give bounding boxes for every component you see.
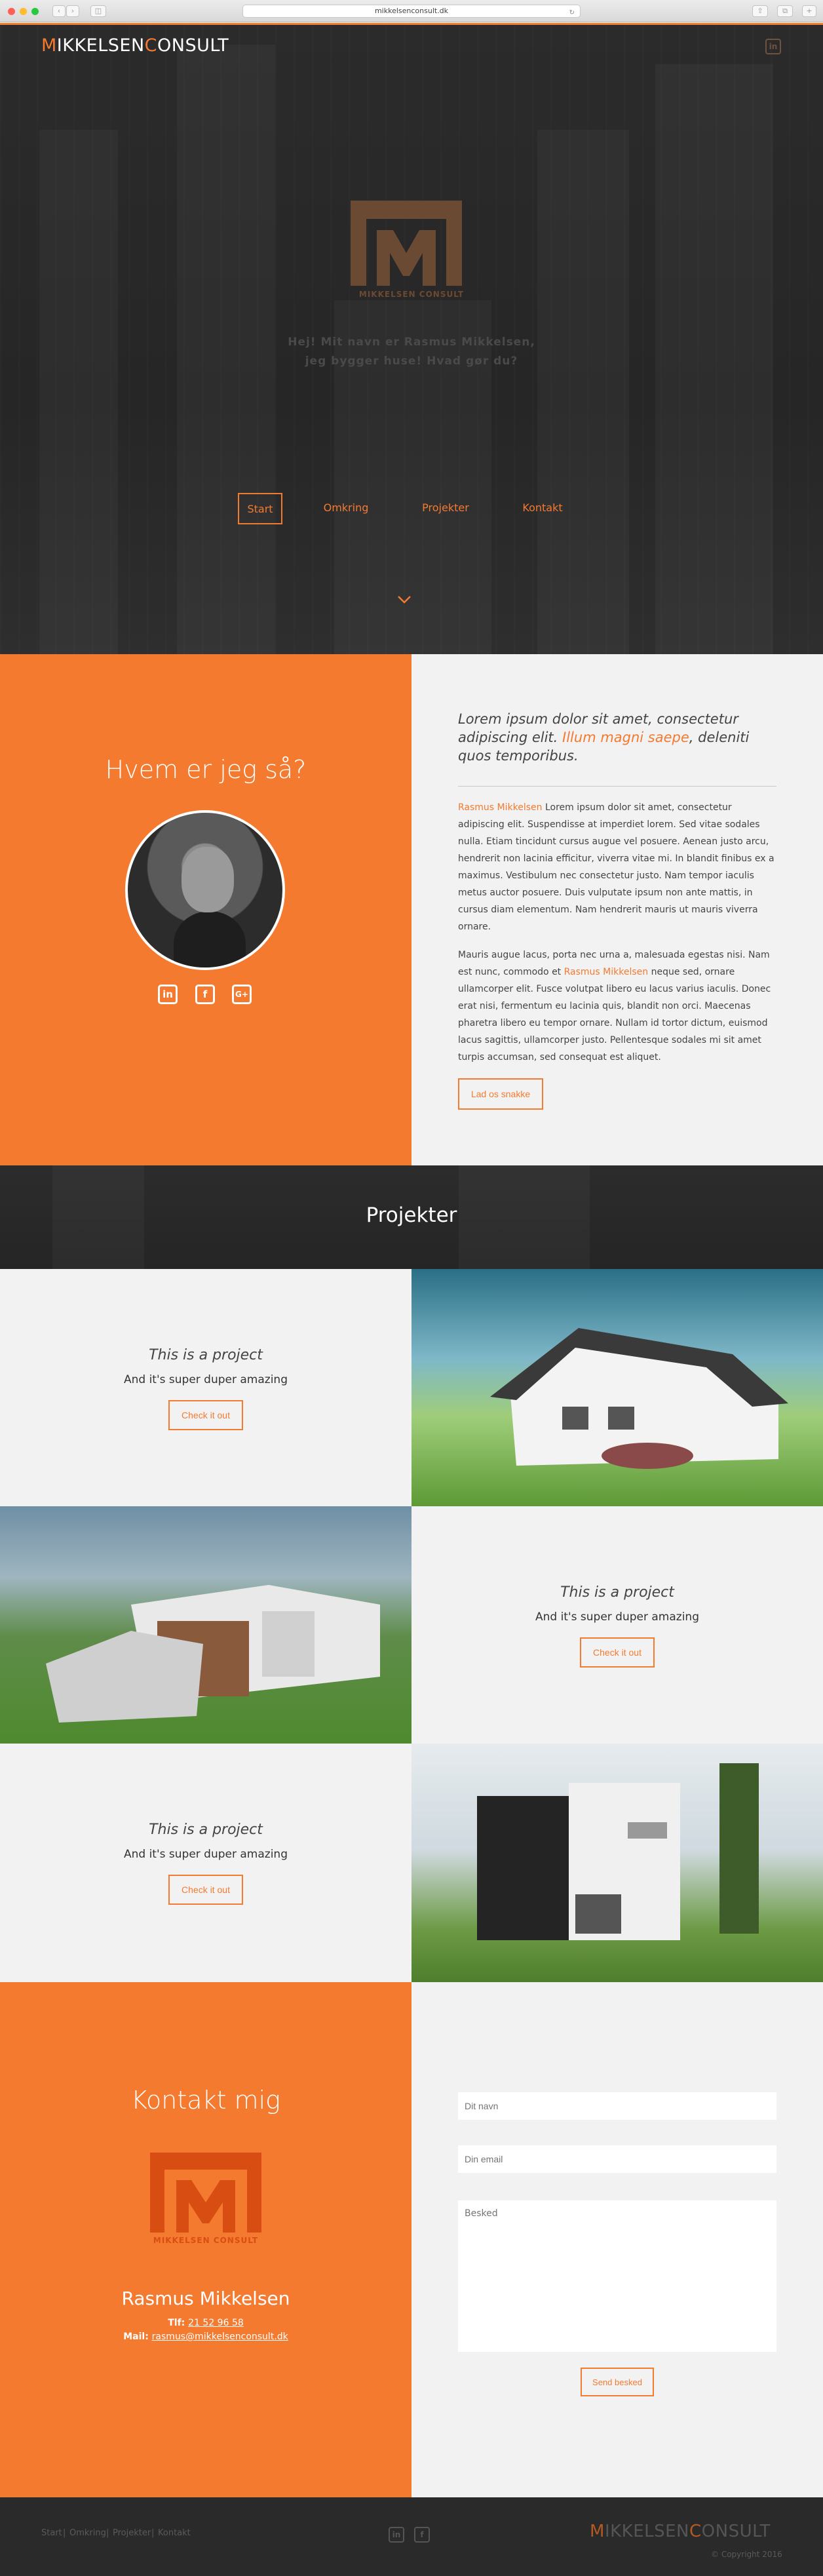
nav-omkring[interactable]: Omkring (320, 493, 372, 524)
name-highlight: Rasmus Mikkelsen (564, 967, 649, 977)
photo-face (182, 847, 234, 912)
paragraph-1-text: Lorem ipsum dolor sit amet, consectetur … (458, 802, 775, 932)
share-icon[interactable]: ⇧ (752, 5, 768, 17)
contact-mail: Mail: rasmus@mikkelsenconsult.dk (0, 2332, 412, 2342)
about-divider (458, 786, 776, 787)
contact-logo-text: MIKKELSEN CONSULT (153, 2236, 259, 2245)
hero-logo-icon (351, 201, 462, 286)
building-silhouette (39, 130, 118, 654)
contact-logo-icon (150, 2153, 261, 2233)
house-illustration (490, 1328, 788, 1469)
project-1-title: This is a project (149, 1347, 263, 1363)
footer-link-projekter[interactable]: Projekter (113, 2528, 151, 2538)
name-highlight: Rasmus Mikkelsen (458, 802, 543, 813)
tabs-icon[interactable]: ⧉ (777, 5, 793, 17)
project-3-title: This is a project (149, 1822, 263, 1838)
minimize-window-button[interactable] (20, 8, 27, 15)
send-message-button[interactable]: Send besked (581, 2368, 654, 2396)
paragraph-2-text-b: neque sed, ornare ullamcorper elit. Fusc… (458, 967, 771, 1063)
contact-phone: Tlf: 21 52 96 58 (0, 2318, 412, 2328)
linkedin-icon[interactable]: in (389, 2527, 404, 2543)
name-input[interactable] (458, 2092, 776, 2120)
reload-icon[interactable]: ↻ (569, 7, 575, 19)
phone-label: Tlf: (168, 2318, 189, 2328)
lead-highlight: Illum magni saepe (562, 730, 689, 745)
project-1-button[interactable]: Check it out (168, 1400, 243, 1430)
mail-link[interactable]: rasmus@mikkelsenconsult.dk (152, 2332, 288, 2342)
project-3-text-panel (0, 1744, 412, 1982)
logo-letter-m: M (590, 2522, 605, 2541)
linkedin-icon[interactable]: in (765, 39, 781, 54)
browser-toolbar: ‹ › ◫ mikkelsenconsult.dk ↻ ⇧ ⧉ + (0, 0, 823, 22)
logo-word-1: IKKELSEN (56, 35, 145, 56)
building-silhouette (537, 130, 629, 654)
footer-link-omkring[interactable]: Omkring (69, 2528, 106, 2538)
project-2-text-panel (412, 1506, 823, 1744)
project-2-image[interactable] (0, 1506, 412, 1744)
logo-letter-c: C (144, 35, 158, 56)
about-lead: Lorem ipsum dolor sit amet, consectetur … (458, 710, 776, 765)
contact-cta-button[interactable]: Lad os snakke (458, 1078, 543, 1110)
phone-link[interactable]: 21 52 96 58 (188, 2318, 244, 2328)
facebook-icon[interactable]: f (414, 2527, 430, 2543)
project-1-subtitle: And it's super duper amazing (123, 1373, 288, 1386)
linkedin-icon[interactable]: in (158, 985, 178, 1004)
contact-title: Kontakt mig (131, 2086, 280, 2115)
footer-separator: | (106, 2528, 109, 2538)
profile-photo (125, 810, 285, 970)
about-paragraph-2: Mauris augue lacus, porta nec urna a, ma… (458, 946, 776, 1066)
about-title: Hvem er jeg så? (105, 755, 307, 784)
zoom-window-button[interactable] (31, 8, 39, 15)
logo-letter-m: M (41, 35, 57, 56)
contact-name: Rasmus Mikkelsen (121, 2288, 290, 2309)
message-input[interactable] (458, 2200, 776, 2352)
footer-separator: | (151, 2528, 155, 2538)
hero-line-2: jeg bygger huse! Hvad gør du? (305, 355, 518, 368)
url-text: mikkelsenconsult.dk (374, 7, 449, 15)
facebook-icon[interactable]: f (195, 985, 215, 1004)
site-logo[interactable]: MIKKELSENCONSULT (41, 35, 229, 56)
about-paragraph-1: Rasmus Mikkelsen Lorem ipsum dolor sit a… (458, 799, 776, 935)
project-3-button[interactable]: Check it out (168, 1875, 243, 1905)
project-2-button[interactable]: Check it out (580, 1637, 655, 1668)
nav-kontakt[interactable]: Kontakt (516, 493, 569, 524)
logo-word-2: ONSULT (157, 35, 229, 56)
nav-projekter[interactable]: Projekter (417, 493, 474, 524)
project-3-image[interactable] (412, 1744, 823, 1982)
hero-logo-text: MIKKELSEN CONSULT (358, 290, 465, 299)
logo-word-1: IKKELSEN (604, 2522, 689, 2541)
footer-link-kontakt[interactable]: Kontakt (158, 2528, 191, 2538)
project-1-text-panel (0, 1269, 412, 1506)
back-arrow-icon[interactable]: ‹ (52, 5, 66, 17)
footer-link-start[interactable]: Start (41, 2528, 62, 2538)
mail-label: Mail: (123, 2332, 152, 2342)
footer-logo[interactable]: MIKKELSENCONSULT (590, 2522, 771, 2541)
address-bar[interactable]: mikkelsenconsult.dk ↻ (242, 5, 581, 18)
project-1-image[interactable] (412, 1269, 823, 1506)
copyright: © Copyright 2016 (711, 2550, 782, 2559)
nav-start[interactable]: Start (238, 493, 282, 524)
new-tab-icon[interactable]: + (802, 5, 816, 17)
footer-separator: | (63, 2528, 66, 2538)
house-illustration (46, 1585, 380, 1723)
close-window-button[interactable] (8, 8, 15, 15)
photo-shoulders (174, 911, 246, 967)
project-3-subtitle: And it's super duper amazing (123, 1848, 288, 1861)
chevron-down-icon[interactable] (397, 592, 412, 606)
google-plus-icon[interactable]: G+ (232, 985, 252, 1004)
logo-letter-c: C (689, 2522, 702, 2541)
project-2-title: This is a project (560, 1584, 674, 1601)
email-input[interactable] (458, 2145, 776, 2173)
project-2-subtitle: And it's super duper amazing (535, 1610, 699, 1624)
house-illustration (477, 1763, 759, 1940)
forward-arrow-icon[interactable]: › (66, 5, 79, 17)
logo-word-2: ONSULT (701, 2522, 771, 2541)
sidebar-icon[interactable]: ◫ (90, 5, 106, 17)
projects-title: Projekter (366, 1203, 457, 1227)
hero-line-1: Hej! Mit navn er Rasmus Mikkelsen, (288, 336, 535, 349)
